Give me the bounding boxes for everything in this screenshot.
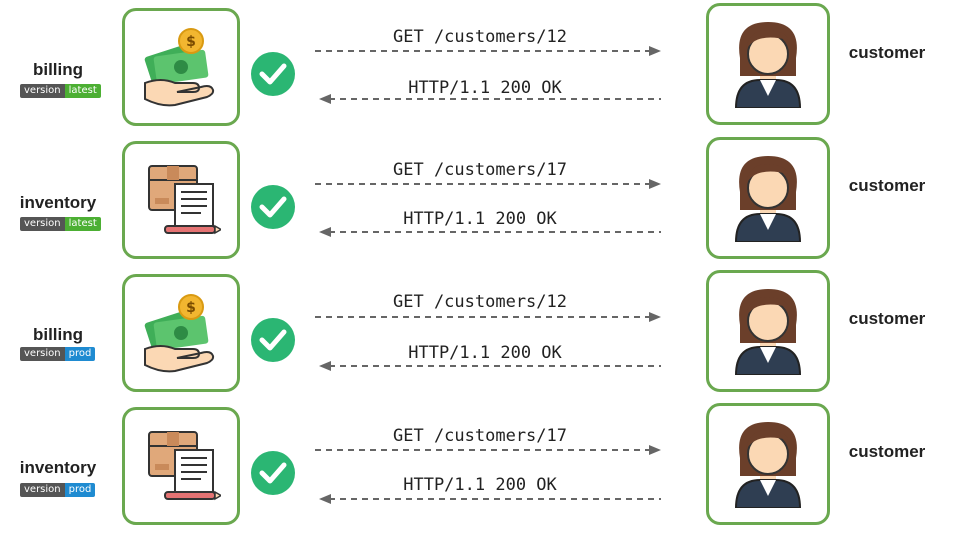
- request-arrow: [315, 312, 661, 322]
- badge-value: latest: [64, 217, 101, 231]
- package-invoice-icon: [148, 431, 221, 501]
- customer-box: [706, 403, 830, 525]
- service-name: inventory: [19, 458, 97, 477]
- request-label: GET /customers/17: [393, 160, 567, 180]
- service-box: $: [122, 274, 240, 392]
- version-badge: version latest: [20, 84, 101, 98]
- customer-label: customer: [848, 442, 926, 461]
- flow-row-3: billing version prod $ GET /customers/12…: [0, 270, 960, 396]
- request-arrow: [315, 46, 661, 56]
- check-icon: [251, 52, 295, 96]
- request-label: GET /customers/12: [393, 292, 567, 312]
- request-arrow: [315, 445, 661, 455]
- customer-avatar-icon: [734, 22, 802, 108]
- check-icon: [251, 185, 295, 229]
- request-label: GET /customers/17: [393, 426, 567, 446]
- customer-label: customer: [848, 176, 926, 195]
- service-name: billing: [32, 325, 84, 344]
- badge-value: prod: [64, 483, 96, 497]
- check-icon: [251, 318, 295, 362]
- response-label: HTTP/1.1 200 OK: [403, 475, 557, 495]
- response-arrow: [319, 361, 661, 371]
- response-arrow: [319, 227, 661, 237]
- version-badge: version prod: [20, 483, 96, 497]
- customer-label: customer: [848, 309, 926, 328]
- flow-row-2: inventory version latest GET /customers/…: [0, 137, 960, 263]
- response-arrow: [319, 494, 661, 504]
- request-label: GET /customers/12: [393, 27, 567, 47]
- money-hand-icon: $: [144, 294, 215, 373]
- customer-box: [706, 3, 830, 125]
- check-icon: [251, 451, 295, 495]
- badge-key: version: [20, 347, 65, 361]
- service-box: [122, 407, 240, 525]
- customer-box: [706, 137, 830, 259]
- customer-avatar-icon: [734, 156, 802, 242]
- badge-key: version: [20, 483, 65, 497]
- service-name: inventory: [19, 193, 97, 212]
- version-badge: version latest: [20, 217, 101, 231]
- service-name: billing: [32, 60, 84, 79]
- service-box: $: [122, 8, 240, 126]
- badge-key: version: [20, 217, 65, 231]
- version-badge: version prod: [20, 347, 96, 361]
- customer-avatar-icon: [734, 422, 802, 508]
- money-hand-icon: $: [144, 28, 215, 107]
- request-arrow: [315, 179, 661, 189]
- response-arrow: [319, 94, 661, 104]
- badge-value: latest: [64, 84, 101, 98]
- customer-label: customer: [848, 43, 926, 62]
- flow-row-4: inventory version prod GET /customers/17…: [0, 403, 960, 529]
- customer-box: [706, 270, 830, 392]
- svg-text:$: $: [186, 34, 196, 50]
- flow-row-1: billing version latest $ GET /customers/…: [0, 3, 960, 130]
- customer-avatar-icon: [734, 289, 802, 375]
- badge-value: prod: [64, 347, 96, 361]
- package-invoice-icon: [148, 165, 221, 235]
- badge-key: version: [20, 84, 65, 98]
- service-box: [122, 141, 240, 259]
- svg-text:$: $: [186, 300, 196, 316]
